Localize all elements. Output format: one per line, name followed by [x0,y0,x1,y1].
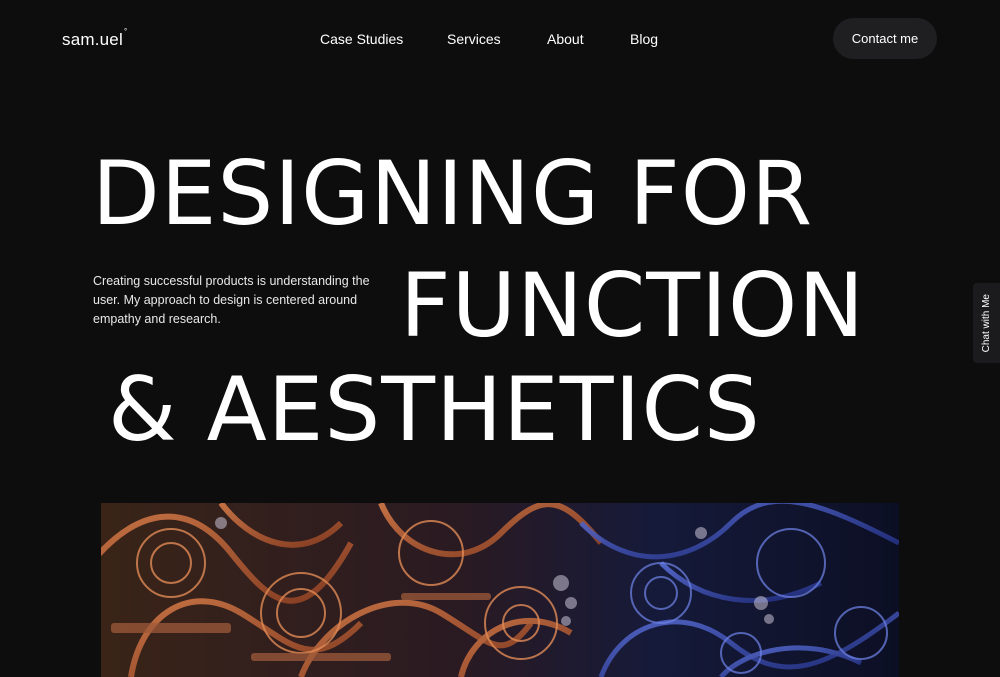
nav-item-blog[interactable]: Blog [630,31,658,47]
hero-heading-line-2: FUNCTION [400,254,866,357]
brand-name: sam.uel [62,30,123,49]
brand-mark: ° [123,27,128,37]
contact-button[interactable]: Contact me [833,18,937,59]
brand-logo[interactable]: sam.uel° [62,27,128,50]
chat-with-me-tab[interactable]: Chat with Me [973,283,1000,363]
nav-item-about[interactable]: About [547,31,584,47]
nav-item-case-studies[interactable]: Case Studies [320,31,403,47]
hero-heading-line-1: DESIGNING FOR [92,142,814,245]
hero-tagline: Creating successful products is understa… [93,274,370,326]
hero-heading-line-3: & AESTHETICS [108,358,761,461]
chat-tab-label: Chat with Me [981,293,992,353]
nav-item-services[interactable]: Services [447,31,501,47]
fractal-artwork [101,503,899,677]
hero-fractal-image [101,503,899,677]
